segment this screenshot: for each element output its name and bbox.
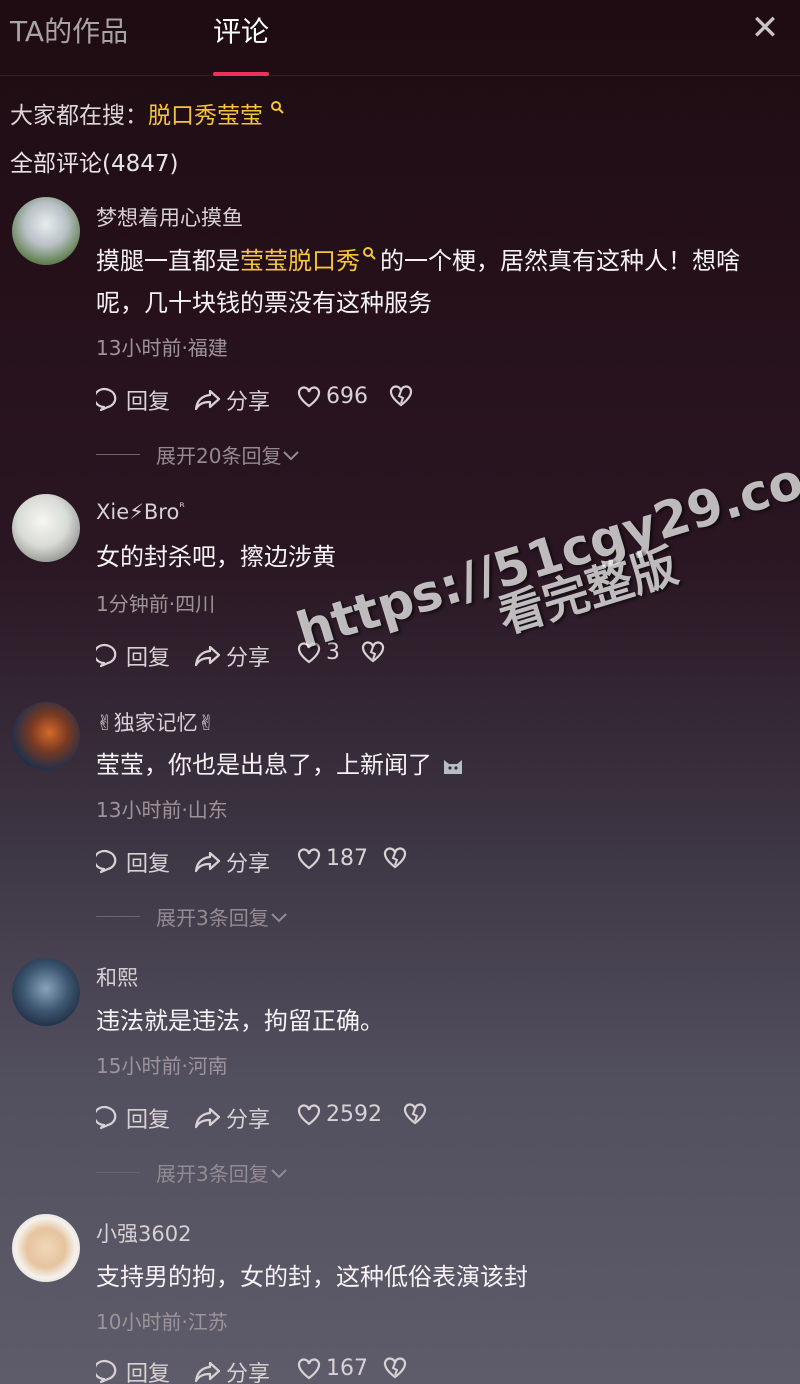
- broken-heart-icon: [361, 641, 385, 663]
- top-tab-bar: TA的作品 评论 ✕: [0, 0, 800, 76]
- broken-heart-icon: [383, 1357, 407, 1379]
- comment-meta: 13小时前·福建: [96, 336, 228, 360]
- like-button[interactable]: 167: [296, 1356, 368, 1381]
- comment-text: 支持男的拘，女的封，这种低俗表演该封: [96, 1263, 528, 1291]
- share-arrow-icon: [194, 851, 221, 873]
- share-arrow-icon: [194, 389, 221, 411]
- like-button[interactable]: 187: [296, 846, 368, 871]
- expand-replies[interactable]: 展开3条回复: [96, 1158, 289, 1187]
- avatar[interactable]: [12, 958, 80, 1026]
- chat-bubble-icon: [96, 1359, 117, 1384]
- comment-text: 违法就是违法，拘留正确。: [96, 1007, 384, 1035]
- chat-bubble-icon: [96, 387, 117, 412]
- share-arrow-icon: [194, 1361, 221, 1383]
- tab-works[interactable]: TA的作品: [10, 10, 128, 50]
- chat-bubble-icon: [96, 643, 117, 668]
- comment-username[interactable]: 梦想着用心摸鱼: [96, 202, 243, 232]
- share-button[interactable]: 分享: [194, 384, 270, 416]
- close-icon[interactable]: ✕: [748, 8, 782, 48]
- comment-meta: 10小时前·江苏: [96, 1310, 228, 1334]
- like-count: 187: [326, 846, 368, 871]
- heart-icon: [297, 847, 321, 869]
- reply-button[interactable]: 回复: [96, 1356, 170, 1384]
- total-comments-label: 全部评论(4847): [10, 151, 179, 177]
- expand-replies[interactable]: 展开20条回复: [96, 440, 301, 469]
- reply-button[interactable]: 回复: [96, 846, 170, 878]
- reply-button[interactable]: 回复: [96, 640, 170, 672]
- heart-icon: [297, 1103, 321, 1125]
- like-count: 3: [326, 640, 340, 665]
- dislike-button[interactable]: [382, 1356, 412, 1380]
- expand-replies[interactable]: 展开3条回复: [96, 902, 289, 931]
- broken-heart-icon: [383, 847, 407, 869]
- share-button[interactable]: 分享: [194, 1356, 270, 1384]
- comment-text: 女的封杀吧，擦边涉黄: [96, 543, 336, 571]
- dislike-button[interactable]: [382, 846, 412, 870]
- comment-text-part: 摸腿一直都是: [96, 247, 240, 275]
- search-suggestion: 大家都在搜：脱口秀莹莹: [10, 96, 285, 130]
- search-suggestion-prefix: 大家都在搜：: [10, 103, 148, 129]
- share-button[interactable]: 分享: [194, 1102, 270, 1134]
- comment-meta: 1分钟前·四川: [96, 592, 216, 616]
- chevron-down-icon: [283, 450, 300, 460]
- chevron-down-icon: [271, 912, 287, 922]
- like-button[interactable]: 3: [296, 640, 340, 665]
- chevron-down-icon: [271, 1168, 287, 1178]
- chat-bubble-icon: [96, 1105, 117, 1130]
- avatar[interactable]: [12, 494, 80, 562]
- avatar[interactable]: [12, 1214, 80, 1282]
- comment-search-link[interactable]: 莹莹脱口秀: [240, 247, 360, 275]
- dislike-button[interactable]: [388, 384, 418, 408]
- avatar[interactable]: [12, 702, 80, 770]
- like-count: 167: [326, 1356, 368, 1381]
- cat-emoji-icon: [443, 760, 462, 774]
- share-arrow-icon: [194, 1107, 221, 1129]
- search-suggestion-term[interactable]: 脱口秀莹莹: [148, 103, 263, 129]
- comment-meta: 15小时前·河南: [96, 1054, 228, 1078]
- comment-username[interactable]: ✌独家记忆✌: [96, 707, 215, 737]
- dislike-button[interactable]: [360, 640, 390, 664]
- broken-heart-icon: [403, 1103, 427, 1125]
- reply-button[interactable]: 回复: [96, 1102, 170, 1134]
- like-count: 2592: [326, 1102, 382, 1127]
- comment-username[interactable]: 和熙: [96, 962, 138, 992]
- comment-text: 莹莹，你也是出息了，上新闻了: [96, 744, 786, 786]
- avatar[interactable]: [12, 197, 80, 265]
- comment-text: 摸腿一直都是莹莹脱口秀 的一个梗，居然真有这种人！想啥呢，几十块钱的票没有这种服务: [96, 240, 786, 324]
- comment-username[interactable]: 小强3602: [96, 1218, 191, 1248]
- like-button[interactable]: 2592: [296, 1102, 382, 1127]
- reply-button[interactable]: 回复: [96, 384, 170, 416]
- heart-icon: [297, 641, 321, 663]
- comment-meta: 13小时前·山东: [96, 798, 228, 822]
- like-button[interactable]: 696: [296, 384, 368, 409]
- broken-heart-icon: [389, 385, 413, 407]
- active-tab-indicator: [213, 72, 269, 76]
- tab-comments[interactable]: 评论: [213, 10, 269, 50]
- share-arrow-icon: [194, 645, 221, 667]
- like-count: 696: [326, 384, 368, 409]
- share-button[interactable]: 分享: [194, 640, 270, 672]
- chat-bubble-icon: [96, 849, 117, 874]
- search-icon[interactable]: [362, 246, 376, 260]
- search-icon[interactable]: [270, 100, 285, 115]
- share-button[interactable]: 分享: [194, 846, 270, 878]
- heart-icon: [297, 385, 321, 407]
- comment-username[interactable]: Xie⚡Broᴿ: [96, 500, 185, 524]
- heart-icon: [297, 1357, 321, 1379]
- dislike-button[interactable]: [402, 1102, 432, 1126]
